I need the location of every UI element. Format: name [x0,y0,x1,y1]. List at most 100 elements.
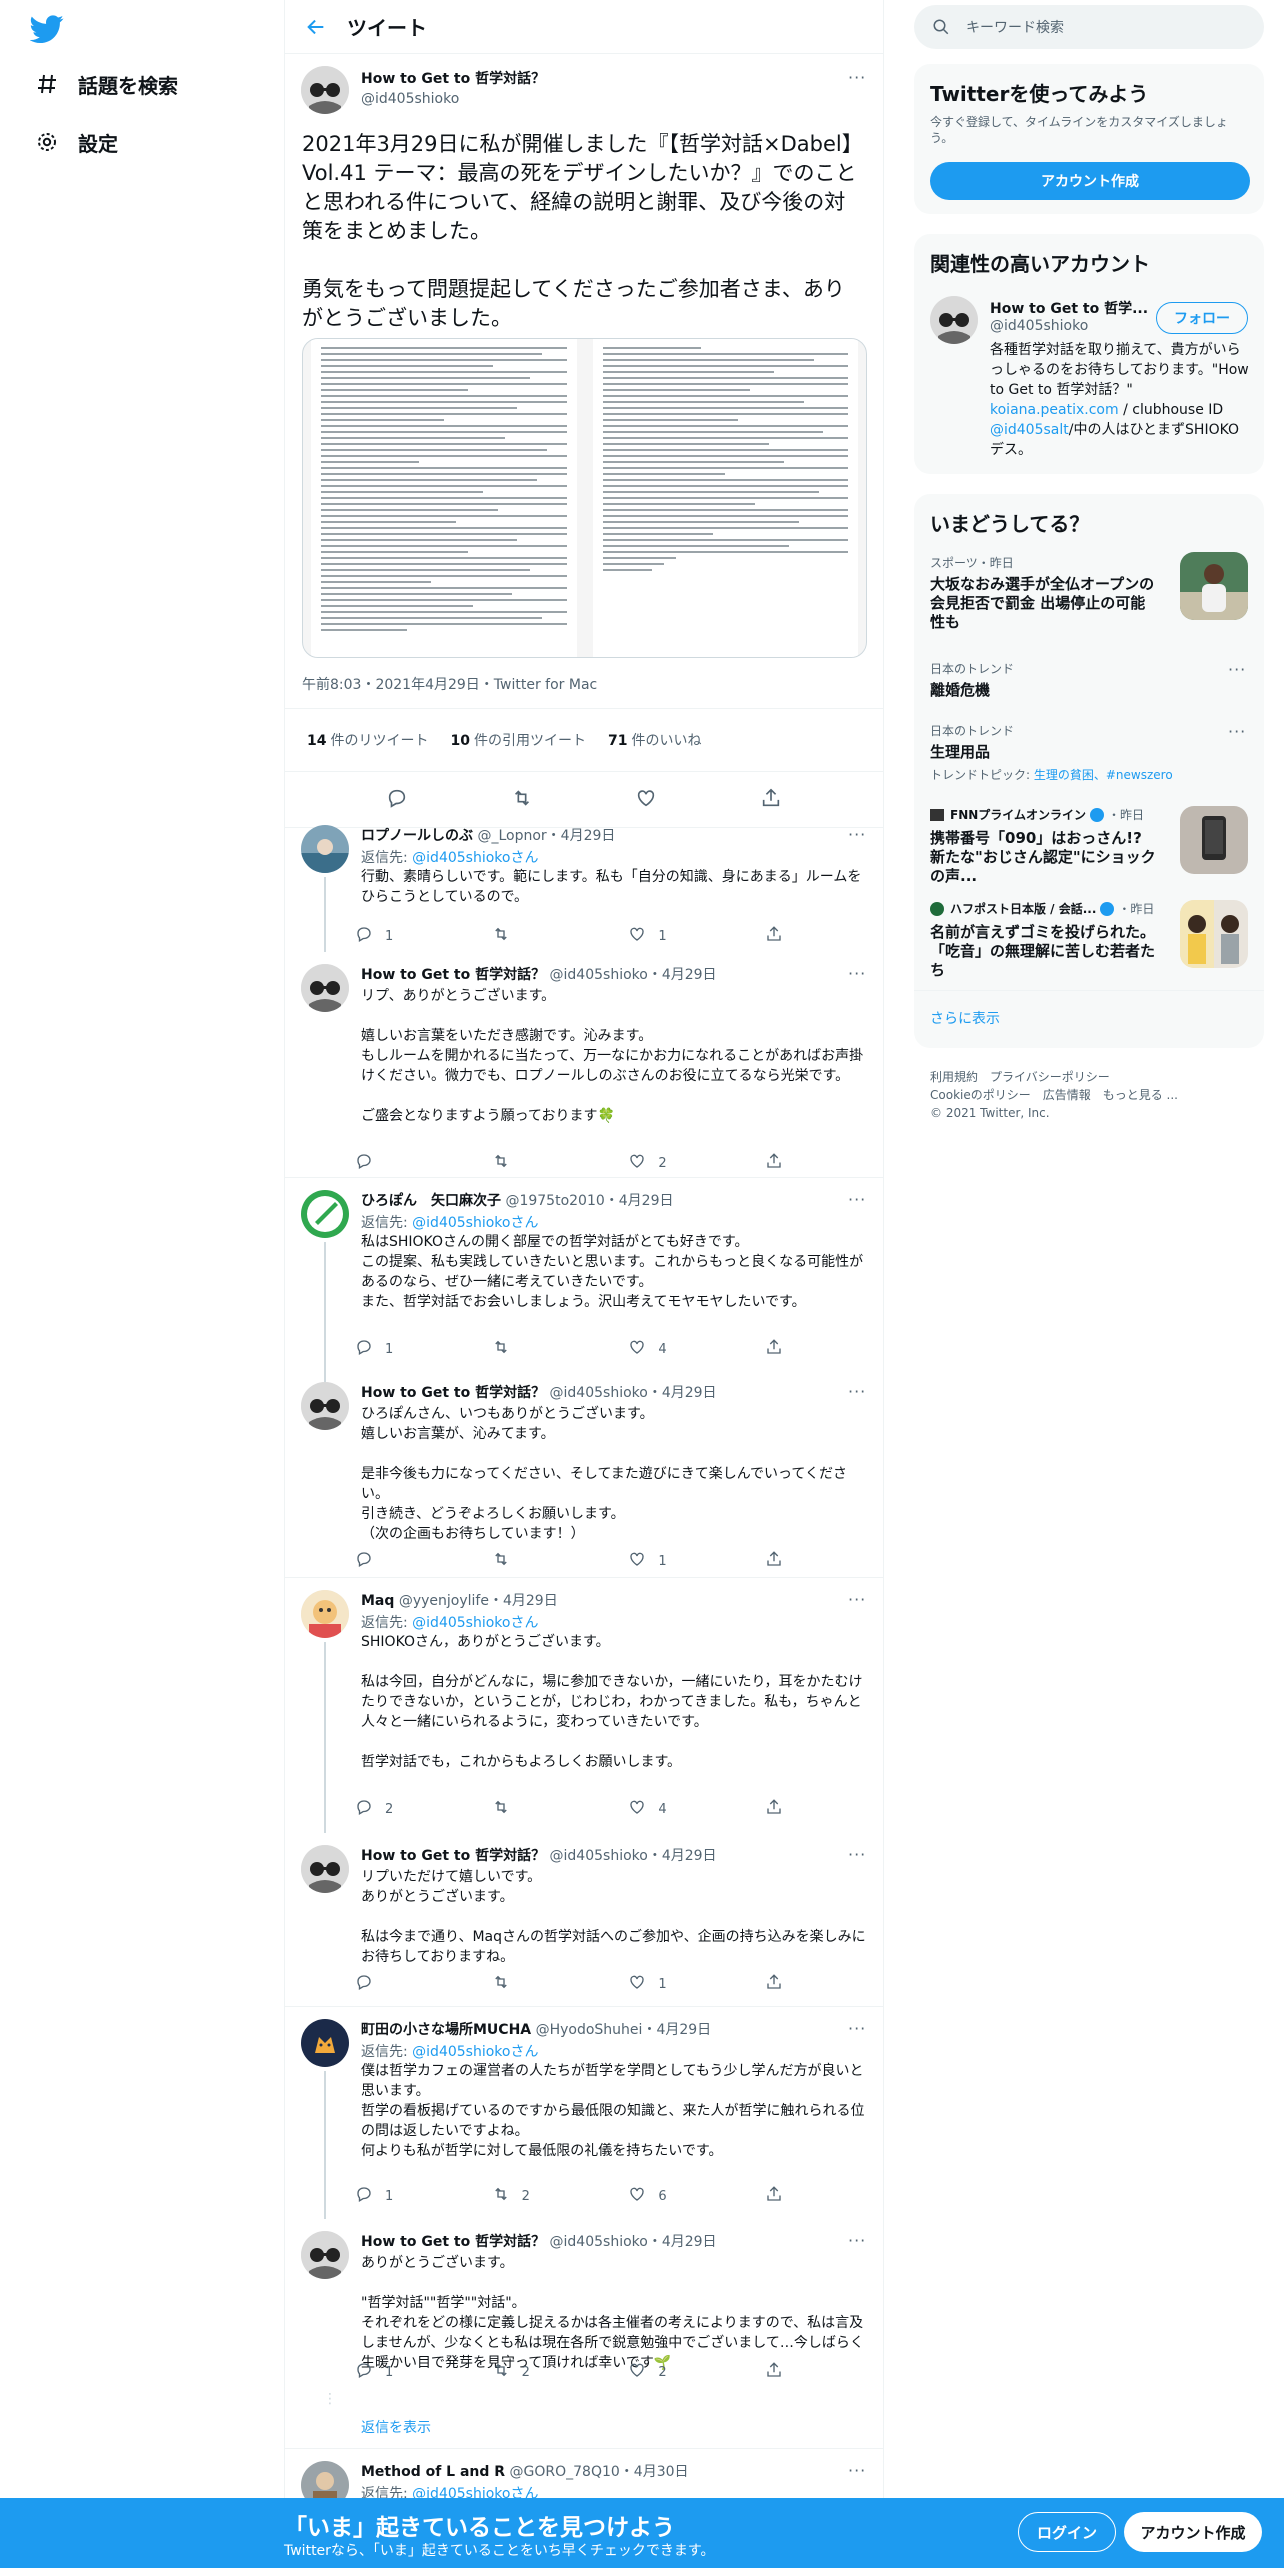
create-account-button[interactable]: アカウント作成 [930,162,1250,200]
reply-to-mention[interactable]: @id405shiokoさん [412,1615,538,1631]
reply-tweet[interactable]: ロプノールしのぶ @_Lopnor・4月29日 ··· 返信先: @id405shi… [285,813,883,952]
reply-date[interactable]: 4月29日 [656,2022,711,2038]
reply-date[interactable]: 4月29日 [503,1593,558,1609]
share-button[interactable] [765,2185,795,2207]
search-input[interactable]: キーワード検索 [914,5,1264,49]
reply-date[interactable]: 4月29日 [561,828,616,844]
footer-links-line[interactable]: 利用規約 プライバシーポリシー [930,1068,1178,1086]
avatar[interactable] [930,296,978,344]
retweet-button[interactable] [492,1338,602,1360]
reply-date[interactable]: 4月29日 [619,1193,674,1209]
like-icon[interactable] [635,787,657,813]
reply-date[interactable]: 4月29日 [662,1385,717,1401]
related-account-handle[interactable]: @id405shioko [990,318,1088,334]
retweet-button[interactable] [492,925,602,947]
show-more-link[interactable]: さらに表示 [930,1008,1000,1028]
related-account-name[interactable]: How to Get to 哲学... [990,298,1148,318]
quotes-stat[interactable]: 10 件の引用ツイート [450,730,585,750]
trend-topics-links[interactable]: 生理の貧困、#newszero [1034,768,1173,782]
reply-button[interactable]: 1 [355,2185,465,2207]
author-name[interactable]: ひろぽん 矢口麻次子 [361,1193,501,1209]
like-button[interactable]: 1 [628,925,738,947]
reply-tweet[interactable]: How to Get to 哲学対話？ @id405shioko・4月29日 ··… [285,1833,883,2007]
author-handle[interactable]: @1975to2010 [505,1193,604,1209]
more-icon[interactable]: ··· [848,1190,866,1209]
author-handle[interactable]: @GORO_78Q10 [510,2464,620,2480]
author-name[interactable]: How to Get to 哲学対話？ [361,2234,545,2250]
reply-tweet[interactable]: How to Get to 哲学対話？ @id405shioko・4月29日 ··… [285,952,883,1178]
more-icon[interactable]: ··· [848,825,866,844]
retweet-button[interactable] [492,1973,602,1995]
retweets-stat[interactable]: 14 件のリツイート [307,730,428,750]
share-button[interactable] [765,1798,795,1820]
like-button[interactable]: 6 [628,2185,738,2207]
bio-link[interactable]: koiana.peatix.com [990,402,1119,418]
reply-tweet[interactable]: ひろぽん 矢口麻次子 @1975to2010・4月29日 ··· 返信先: @id4… [285,1178,883,1396]
reply-button[interactable]: 1 [355,2361,465,2383]
reply-to-mention[interactable]: @id405shiokoさん [412,2044,538,2060]
retweet-button[interactable] [492,1152,602,1174]
share-button[interactable] [765,1152,795,1174]
reply-button[interactable] [355,1550,465,1572]
avatar[interactable] [301,2019,349,2067]
like-button[interactable]: 2 [628,2361,738,2383]
more-icon[interactable]: ··· [848,2019,866,2038]
share-button[interactable] [765,1550,795,1572]
tweet-timestamp[interactable]: 午前8:03・2021年4月29日・Twitter for Mac [302,674,597,694]
author-name[interactable]: How to Get to 哲学対話？ [361,967,545,983]
reply-date[interactable]: 4月29日 [662,967,717,983]
like-button[interactable]: 1 [628,1973,738,1995]
retweet-icon[interactable] [511,787,533,813]
author-name[interactable]: How to Get to 哲学対話？ [361,68,545,88]
reply-date[interactable]: 4月30日 [634,2464,689,2480]
author-name[interactable]: ロプノールしのぶ [361,828,473,844]
reply-tweet[interactable]: Maq @yyenjoylife・4月29日 ··· 返信先: @id405shio… [285,1578,883,1833]
like-button[interactable]: 1 [628,1550,738,1572]
reply-button[interactable]: 1 [355,1338,465,1360]
retweet-button[interactable] [492,1798,602,1820]
avatar[interactable] [301,1190,349,1238]
retweet-button[interactable]: 2 [492,2185,602,2207]
retweet-button[interactable] [492,1550,602,1572]
author-handle[interactable]: @yyenjoylife [399,1593,489,1609]
show-replies-link[interactable]: 返信を表示 [361,2417,431,2437]
follow-button[interactable]: フォロー [1156,302,1248,334]
avatar[interactable] [301,66,349,114]
author-name[interactable]: 町田の小さな場所MUCHA [361,2022,531,2038]
login-button[interactable]: ログイン [1018,2512,1116,2552]
share-button[interactable] [765,1973,795,1995]
author-name[interactable]: How to Get to 哲学対話？ [361,1385,545,1401]
more-icon[interactable]: ··· [848,2231,866,2250]
footer-links-line[interactable]: Cookieのポリシー 広告情報 もっと見る ... [930,1086,1178,1104]
reply-tweet[interactable]: How to Get to 哲学対話？ @id405shioko・4月29日 ··… [285,1370,883,1578]
bio-mention-link[interactable]: @id405salt [990,422,1069,438]
more-icon[interactable]: ··· [848,2461,866,2480]
like-button[interactable]: 4 [628,1338,738,1360]
signup-button[interactable]: アカウント作成 [1124,2512,1262,2552]
author-handle[interactable]: @id405shioko [550,1848,648,1864]
author-handle[interactable]: @id405shioko [361,91,545,107]
twitter-logo-icon[interactable] [29,12,64,46]
share-button[interactable] [765,2361,795,2383]
reply-tweet[interactable]: How to Get to 哲学対話？ @id405shioko・4月29日 ··… [285,2219,883,2449]
share-button[interactable] [765,925,795,947]
author-handle[interactable]: @id405shioko [550,1385,648,1401]
reply-to-mention[interactable]: @id405shiokoさん [412,1215,538,1231]
author-name[interactable]: Maq [361,1593,394,1609]
more-icon[interactable]: ··· [848,1382,866,1401]
avatar[interactable] [301,1590,349,1638]
more-icon[interactable]: ··· [848,964,866,983]
avatar[interactable] [301,1382,349,1430]
share-icon[interactable] [760,787,782,813]
nav-explore[interactable]: 話題を検索 [34,64,178,104]
reply-date[interactable]: 4月29日 [662,1848,717,1864]
reply-date[interactable]: 4月29日 [662,2234,717,2250]
reply-button[interactable] [355,1973,465,1995]
author-handle[interactable]: @id405shioko [550,2234,648,2250]
author-name[interactable]: Method of L and R [361,2464,505,2480]
more-icon[interactable]: ··· [848,1845,866,1864]
like-button[interactable]: 2 [628,1152,738,1174]
likes-stat[interactable]: 71 件のいいね [608,730,701,750]
reply-to-mention[interactable]: @id405shiokoさん [412,850,538,866]
author-handle[interactable]: @HyodoShuhei [536,2022,643,2038]
